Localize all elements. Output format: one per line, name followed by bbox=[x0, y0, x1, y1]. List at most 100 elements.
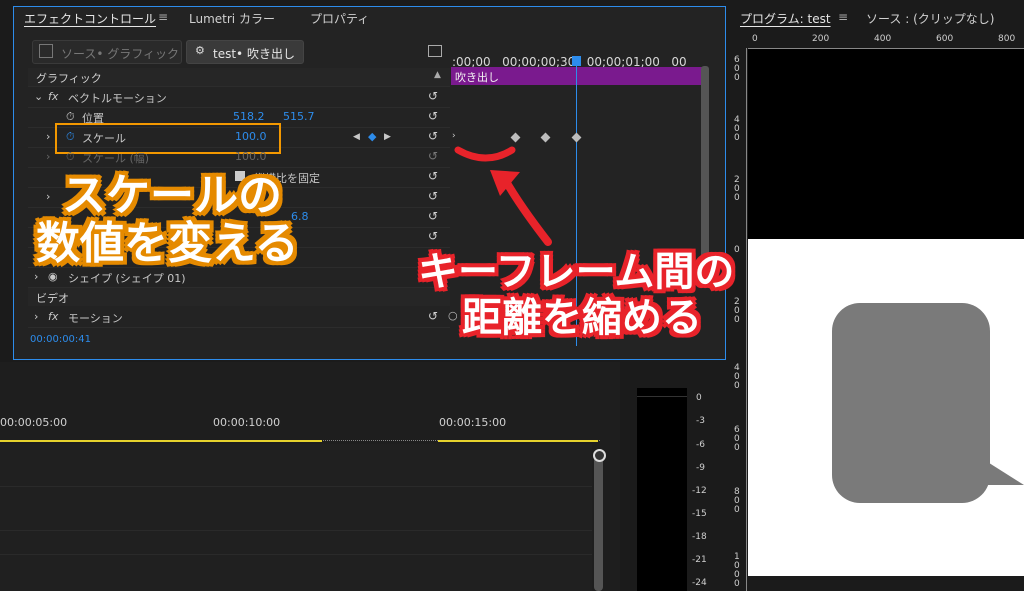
time-label: 00:00:05:00 bbox=[0, 416, 68, 429]
ruler-tick: 0 bbox=[734, 245, 740, 255]
scale-width-value: 100.0 bbox=[235, 150, 267, 163]
graphic-label: グラフィック bbox=[36, 72, 102, 85]
section-graphic: グラフィック ▲ bbox=[28, 68, 450, 87]
fx-clip-icon: ⚙ bbox=[195, 44, 205, 57]
scrollbar-v[interactable] bbox=[701, 66, 709, 266]
section-video: ビデオ bbox=[28, 288, 450, 306]
ruler-tick: 8 0 0 bbox=[734, 487, 740, 515]
vector-motion-label: ベクトルモーション bbox=[68, 92, 167, 105]
clip-button[interactable]: ⚙ test• 吹き出し bbox=[186, 40, 304, 64]
db-label: -15 bbox=[692, 509, 707, 519]
tab-lumetri[interactable]: Lumetri カラー bbox=[189, 10, 275, 27]
tab-program[interactable]: プログラム: test bbox=[740, 10, 831, 27]
ruler-tick: 4 0 0 bbox=[734, 363, 740, 391]
collapse-up-icon[interactable]: ▲ bbox=[434, 70, 441, 80]
chevron-right-icon[interactable]: › bbox=[46, 190, 50, 203]
ruler-tick: 400 bbox=[874, 34, 892, 44]
reset-icon[interactable]: ↺ bbox=[428, 89, 438, 103]
work-area-bar[interactable] bbox=[438, 440, 598, 442]
horizontal-ruler: 0 200 400 600 800 bbox=[748, 32, 1024, 49]
program-canvas[interactable] bbox=[748, 239, 1024, 576]
chevron-right-icon[interactable]: › bbox=[46, 150, 50, 163]
db-label: -9 bbox=[696, 463, 705, 473]
timeline-scrollbar[interactable] bbox=[594, 450, 603, 591]
ruler-tick: 800 bbox=[998, 34, 1016, 44]
row-vector-motion: ⌄ fx ベクトルモーション bbox=[28, 87, 450, 108]
stopwatch-icon[interactable]: ⏱ bbox=[66, 110, 75, 124]
keyframe-toggle-icon[interactable]: ◆ bbox=[368, 130, 376, 143]
tab-source[interactable]: ソース : (クリップなし) bbox=[866, 10, 994, 27]
ruler-tick: 2 0 0 bbox=[734, 175, 740, 203]
ruler-tick: 2 0 0 bbox=[734, 297, 740, 325]
reset-icon[interactable]: ↺ bbox=[428, 189, 438, 203]
stopwatch-icon: ⏱ bbox=[66, 150, 75, 163]
reset-icon[interactable]: ↺ bbox=[428, 169, 438, 183]
track-divider bbox=[0, 530, 592, 531]
work-area-bar[interactable] bbox=[0, 440, 322, 442]
reset-icon[interactable]: ↺ bbox=[428, 229, 438, 243]
video-label: ビデオ bbox=[36, 292, 69, 305]
next-keyframe-icon[interactable]: ▶ bbox=[384, 132, 391, 142]
fx-icon[interactable]: fx bbox=[48, 310, 58, 323]
shape-label: シェイプ (シェイプ 01) bbox=[68, 272, 186, 285]
chevron-right-icon[interactable]: › bbox=[34, 270, 38, 283]
row-shape: › ◉ シェイプ (シェイプ 01) bbox=[28, 267, 450, 288]
clip-bar-label: 吹き出し bbox=[455, 71, 499, 84]
db-label: -6 bbox=[696, 440, 705, 450]
tab-effect-controls[interactable]: エフェクトコントロール bbox=[24, 10, 156, 27]
current-timecode[interactable]: 00:00:00:41 bbox=[30, 334, 91, 345]
time-label: 00:00:15:00 bbox=[439, 416, 507, 429]
annotation-scale-line1: スケールの bbox=[62, 170, 282, 221]
menu-icon[interactable]: ≡ bbox=[838, 10, 848, 24]
source-label: ソース• グラフィック bbox=[61, 47, 180, 61]
ruler-tick: 600 bbox=[936, 34, 954, 44]
ruler-tick: 6 0 0 bbox=[734, 55, 740, 83]
ruler-tick: 4 0 0 bbox=[734, 115, 740, 143]
timeline-tracks[interactable] bbox=[0, 444, 592, 591]
reset-icon[interactable]: ↺ bbox=[428, 129, 438, 143]
db-label: -24 bbox=[692, 578, 707, 588]
ruler-tick: 0 bbox=[752, 34, 758, 44]
reset-icon[interactable]: ↺ bbox=[428, 309, 438, 323]
graphic-icon bbox=[39, 44, 53, 58]
chevron-right-icon[interactable]: › bbox=[34, 310, 38, 323]
audio-meter-bar bbox=[637, 388, 687, 591]
db-label: -18 bbox=[692, 532, 707, 542]
panel-toggle-icon[interactable] bbox=[428, 45, 442, 57]
scroll-handle-icon[interactable] bbox=[593, 449, 606, 462]
track-divider bbox=[0, 486, 592, 487]
menu-icon[interactable]: ≡ bbox=[158, 10, 168, 24]
ruler-tick: 6 0 0 bbox=[734, 425, 740, 453]
timeline-ruler[interactable]: 00:00:05:00 00:00:10:00 00:00:15:00 bbox=[0, 410, 600, 442]
tab-properties[interactable]: プロパティ bbox=[310, 10, 369, 27]
audio-scale: 0 -3 -6 -9 -12 -15 -18 -21 -24 bbox=[690, 392, 720, 591]
meter-top-line bbox=[637, 396, 687, 397]
scale-width-label: スケール (幅) bbox=[82, 152, 150, 165]
speech-bubble-shape[interactable] bbox=[748, 239, 1024, 576]
motion-label: モーション bbox=[68, 312, 123, 325]
reset-icon[interactable]: ↺ bbox=[428, 109, 438, 123]
eye-icon[interactable]: ◉ bbox=[48, 270, 58, 283]
source-button[interactable]: ソース• グラフィック bbox=[32, 40, 182, 64]
row-motion: › fx モーション bbox=[28, 307, 450, 328]
annotation-keyframe-line1: キーフレーム間の bbox=[418, 249, 735, 295]
track-divider bbox=[0, 554, 592, 555]
ruler-tick: 200 bbox=[812, 34, 830, 44]
ruler-tick: 1 0 0 0 bbox=[734, 552, 740, 589]
clip-bar[interactable]: 吹き出し bbox=[451, 67, 703, 85]
chevron-down-icon[interactable]: ⌄ bbox=[34, 90, 43, 103]
db-label: -21 bbox=[692, 555, 707, 565]
db-label: -3 bbox=[696, 416, 705, 426]
fx-icon[interactable]: fx bbox=[48, 90, 58, 103]
reset-icon[interactable]: ↺ bbox=[428, 209, 438, 223]
position-x-value[interactable]: 518.2 bbox=[233, 110, 265, 123]
chevron-right-icon[interactable]: › bbox=[46, 130, 50, 143]
vertical-ruler: 6 0 0 4 0 0 2 0 0 0 2 0 0 4 0 0 6 0 0 8 … bbox=[733, 48, 747, 591]
circle-icon[interactable]: ○ bbox=[448, 309, 458, 322]
program-canvas-dark bbox=[748, 49, 1024, 239]
playhead-handle[interactable] bbox=[572, 56, 581, 66]
position-y-value[interactable]: 515.7 bbox=[283, 110, 315, 123]
annotation-keyframe-line2: 距離を縮める bbox=[462, 295, 702, 341]
reset-icon[interactable]: ↺ bbox=[428, 149, 438, 163]
prev-keyframe-icon[interactable]: ◀ bbox=[353, 132, 360, 142]
